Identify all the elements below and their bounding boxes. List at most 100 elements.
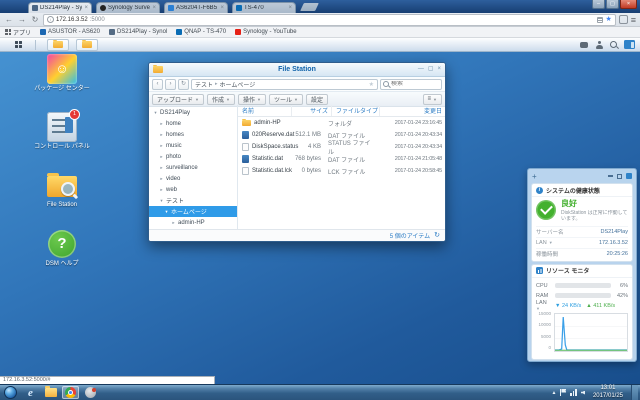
table-row[interactable]: admin-HP フォルダ 2017-01-24 23:16:45 (238, 117, 445, 129)
extension-icon[interactable] (619, 15, 628, 24)
search-input[interactable] (391, 81, 439, 87)
page-info-icon[interactable]: i (47, 16, 54, 23)
close-icon[interactable]: × (437, 64, 441, 75)
desktop-icon-file-station[interactable]: File Station (28, 170, 96, 209)
taskbar-ie-icon[interactable]: e (22, 386, 39, 399)
tree-item[interactable]: ▾ テスト (149, 195, 237, 206)
expand-icon[interactable]: ▸ (159, 143, 164, 149)
main-menu-button[interactable] (5, 39, 31, 51)
taskbar-explorer-icon[interactable] (42, 386, 59, 399)
tree-item[interactable]: ▸ web (149, 184, 237, 195)
close-button[interactable]: × (620, 0, 637, 9)
widget-pane-toggle-icon[interactable] (624, 40, 635, 49)
breadcrumb-root[interactable]: テスト (195, 80, 213, 89)
search-icon[interactable] (610, 41, 617, 48)
forward-icon[interactable]: → (17, 15, 27, 25)
taskbar-app-icon[interactable] (82, 386, 99, 399)
upload-button[interactable]: アップロード ▼ (152, 94, 204, 105)
tray-overflow-icon[interactable]: ▲ (552, 390, 557, 396)
table-row[interactable]: Statistic.dat.lck 0 bytes LCK ファイル 2017-… (238, 165, 445, 177)
widget-header[interactable]: i システムの健康状態 (532, 184, 632, 197)
back-icon[interactable]: ‹ (152, 79, 163, 90)
expand-icon[interactable]: ▸ (159, 132, 164, 138)
browser-tab-4[interactable]: TS-470 × (232, 2, 296, 13)
widget-header[interactable]: リソース モニタ (532, 265, 632, 278)
breadcrumb-current[interactable]: ホームページ (220, 80, 256, 89)
tree-item[interactable]: ▸ photo (149, 151, 237, 162)
address-bar[interactable]: i 172.16.3.52:5000 ★ (43, 14, 616, 26)
table-row[interactable]: DiskSpace.status 4 KB STATUS ファイル 2017-0… (238, 141, 445, 153)
taskbar-chrome-icon[interactable] (62, 386, 79, 399)
desktop-icon-dsm-help[interactable]: ? DSM ヘルプ (28, 229, 96, 268)
forward-icon[interactable]: › (165, 79, 176, 90)
tree-item[interactable]: ▸ home (149, 118, 237, 129)
taskbar-clock[interactable]: 13:01 2017/01/25 (589, 385, 627, 400)
browser-menu-icon[interactable]: ≡ (631, 15, 636, 25)
desktop-icon-package-center[interactable]: ☺ パッケージ センター (28, 54, 96, 93)
translate-icon[interactable] (597, 17, 603, 23)
bookmark-star-icon[interactable]: ★ (605, 16, 611, 23)
bookmark-qnap[interactable]: QNAP - TS-470 (176, 29, 226, 35)
expand-icon[interactable]: ▸ (159, 154, 164, 160)
bookmark-asustor[interactable]: ASUSTOR - AS620 (40, 29, 100, 35)
file-station-titlebar[interactable]: File Station — ▢ × (149, 63, 445, 77)
action-button[interactable]: 操作 ▼ (238, 94, 266, 105)
tab-close-icon[interactable]: × (288, 5, 292, 11)
expand-icon[interactable]: ▸ (159, 176, 164, 182)
desktop-icon-control-panel[interactable]: 1 コントロール パネル (28, 112, 96, 151)
bookmark-apps[interactable]: アプリ (5, 28, 31, 37)
tree-item-root[interactable]: ▾ DS214Play (149, 107, 237, 118)
notifications-icon[interactable] (580, 42, 588, 48)
tree-item[interactable]: ▸ surveillance (149, 162, 237, 173)
browser-tab-3[interactable]: AS6204T-F6B5 × (164, 2, 228, 13)
bookmark-youtube[interactable]: Synology - YouTube (235, 29, 296, 35)
action-center-flag-icon[interactable] (560, 389, 566, 396)
chevron-down-icon[interactable]: ▼ (549, 240, 553, 245)
tree-item[interactable]: ▸ homes (149, 129, 237, 140)
back-icon[interactable]: ← (4, 15, 14, 25)
browser-tab-2[interactable]: Synology Surveillance × (96, 2, 160, 13)
search-box[interactable] (380, 79, 442, 90)
minimize-button[interactable]: – (592, 0, 605, 9)
speaker-icon[interactable] (581, 391, 585, 395)
start-button[interactable] (4, 386, 17, 399)
favorite-star-icon[interactable]: ★ (369, 81, 374, 88)
expand-icon[interactable]: ▸ (171, 220, 176, 226)
column-header-name[interactable]: 名前 (238, 105, 291, 116)
maximize-button[interactable]: ▢ (606, 0, 619, 9)
collapse-panel-icon[interactable] (608, 175, 613, 177)
bookmark-ds214play[interactable]: DS214Play - Synol (109, 29, 167, 35)
user-menu-icon[interactable] (595, 41, 603, 49)
browser-tab-1[interactable]: DS214Play - Synology × (28, 2, 92, 13)
column-header-type[interactable]: ファイルタイプ (331, 105, 379, 116)
collapse-icon[interactable]: ▾ (159, 198, 164, 204)
tools-button[interactable]: ツール ▼ (269, 94, 303, 105)
column-header-size[interactable]: サイズ (291, 105, 331, 116)
pin-panel-icon[interactable] (626, 173, 632, 179)
open-window-button-1[interactable] (47, 39, 69, 51)
expand-panel-icon[interactable] (617, 174, 622, 179)
expand-icon[interactable]: ▸ (159, 165, 164, 171)
view-mode-button[interactable]: ≡ ▼ (423, 94, 442, 105)
open-window-button-2[interactable] (76, 39, 98, 51)
column-header-date[interactable]: 変更日 (379, 105, 445, 116)
tab-close-icon[interactable]: × (84, 5, 88, 11)
expand-icon[interactable]: ▸ (159, 187, 164, 193)
expand-icon[interactable]: ▸ (159, 121, 164, 127)
settings-button[interactable]: 設定 (306, 94, 328, 105)
add-widget-icon[interactable]: + (532, 172, 537, 181)
collapse-icon[interactable]: ▾ (153, 110, 158, 116)
reload-icon[interactable]: ↻ (30, 15, 40, 25)
maximize-icon[interactable]: ▢ (428, 64, 434, 75)
tab-close-icon[interactable]: × (220, 5, 224, 11)
minimize-icon[interactable]: — (418, 64, 424, 75)
tree-item[interactable]: ▸ music (149, 140, 237, 151)
collapse-icon[interactable]: ▾ (164, 209, 169, 215)
tree-item-selected[interactable]: ▾ ホームページ (149, 206, 237, 217)
breadcrumb[interactable]: テスト ▸ ホームページ ★ (191, 79, 378, 90)
tree-item[interactable]: ▸ video (149, 173, 237, 184)
new-tab-button[interactable] (300, 3, 319, 11)
table-row[interactable]: Statistic.dat 768 bytes DAT ファイル 2017-01… (238, 153, 445, 165)
tree-item[interactable]: ▸ admin-HP (149, 217, 237, 228)
create-button[interactable]: 作成 ▼ (207, 94, 235, 105)
